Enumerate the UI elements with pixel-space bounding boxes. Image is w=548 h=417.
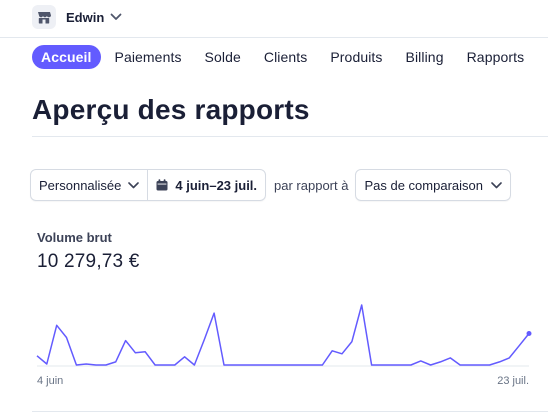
section-divider [32, 411, 548, 412]
nav-item-clients[interactable]: Clients [264, 49, 308, 65]
page-title: Aperçu des rapports [32, 94, 310, 125]
x-tick-start: 4 juin [37, 375, 64, 387]
comparison-select[interactable]: Pas de comparaison [355, 169, 511, 201]
chevron-down-icon [110, 13, 122, 21]
compare-label: par rapport à [274, 177, 349, 193]
metric-value: 10 279,73 € [37, 251, 140, 272]
chevron-down-icon [128, 181, 140, 189]
nav-item-accueil[interactable]: Accueil [32, 45, 101, 69]
chart-series-line [36, 304, 530, 366]
date-range-picker: Personnalisée 4 juin–23 juil. [30, 169, 267, 201]
title-divider [32, 136, 548, 137]
metric-label: Volume brut [37, 230, 112, 245]
filter-bar: Personnalisée 4 juin–23 juil. par rappor… [30, 169, 511, 201]
store-icon [32, 5, 56, 29]
chart-endpoint-marker [526, 331, 532, 336]
gross-volume-chart [36, 304, 532, 367]
nav-item-produits[interactable]: Produits [330, 49, 382, 65]
chevron-down-icon [491, 181, 502, 189]
range-preset-select[interactable]: Personnalisée [31, 170, 147, 200]
nav-item-paiements[interactable]: Paiements [115, 49, 182, 65]
nav-item-rapports[interactable]: Rapports [467, 49, 525, 65]
x-tick-end: 23 juil. [497, 375, 529, 387]
date-range-label: 4 juin–23 juil. [175, 177, 258, 193]
calendar-icon [156, 179, 168, 191]
comparison-value: Pas de comparaison [364, 177, 483, 193]
nav-item-billing[interactable]: Billing [406, 49, 444, 65]
header-divider [0, 37, 548, 38]
account-switcher[interactable]: Edwin [32, 5, 122, 29]
account-name: Edwin [66, 9, 105, 25]
nav-item-solde[interactable]: Solde [205, 49, 241, 65]
main-nav: Accueil Paiements Solde Clients Produits… [32, 45, 547, 69]
date-range-button[interactable]: 4 juin–23 juil. [147, 170, 265, 200]
range-preset-label: Personnalisée [39, 177, 122, 193]
